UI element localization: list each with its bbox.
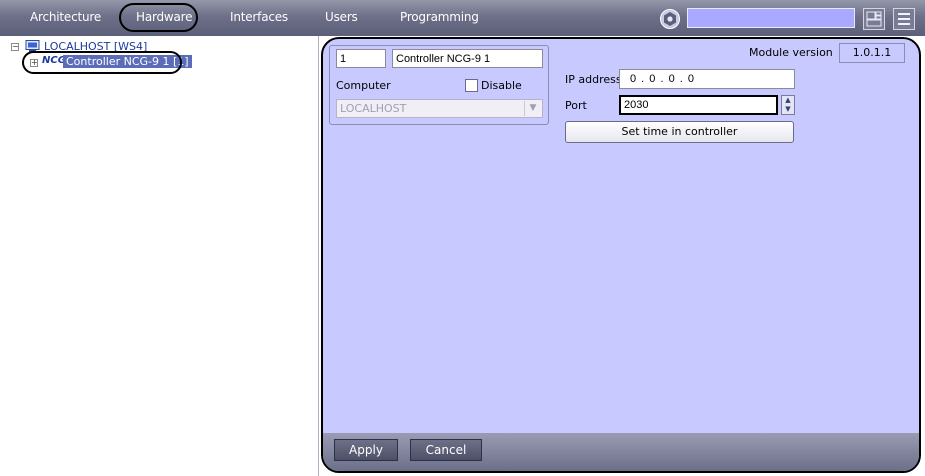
cancel-button[interactable]: Cancel	[410, 439, 482, 461]
gear-icon	[664, 12, 676, 26]
ip-address-field[interactable]	[619, 69, 795, 89]
hardware-tab-highlight	[119, 3, 198, 32]
object-group-box: Computer Disable LOCALHOST ▼	[329, 45, 549, 125]
controller-node-highlight	[22, 51, 182, 74]
tab-programming[interactable]: Programming	[400, 10, 479, 24]
spin-up-icon[interactable]: ▲	[782, 96, 794, 105]
port-label: Port	[565, 99, 587, 112]
grid-layout-icon	[866, 11, 882, 27]
computer-select[interactable]: LOCALHOST ▼	[336, 99, 543, 118]
computer-label: Computer	[336, 79, 391, 92]
tab-users[interactable]: Users	[325, 10, 358, 24]
menu-button[interactable]	[893, 8, 915, 30]
disable-label: Disable	[481, 79, 522, 92]
controller-settings-panel: Computer Disable LOCALHOST ▼ Module vers…	[321, 37, 921, 473]
settings-gear-button[interactable]	[660, 9, 680, 29]
apply-button[interactable]: Apply	[334, 439, 398, 461]
search-input[interactable]	[687, 8, 855, 28]
panel-footer: Apply Cancel	[323, 433, 919, 471]
spin-down-icon[interactable]: ▼	[782, 105, 794, 114]
module-version-value: 1.0.1.1	[839, 43, 905, 63]
chevron-down-icon: ▼	[524, 101, 541, 116]
ip-address-label: IP address	[565, 73, 622, 86]
hamburger-menu-icon	[898, 13, 910, 25]
module-version-label: Module version	[749, 46, 833, 59]
object-name-field[interactable]	[392, 49, 543, 68]
port-spinner[interactable]: ▲ ▼	[781, 95, 795, 115]
computer-select-value: LOCALHOST	[340, 102, 407, 115]
set-time-button[interactable]: Set time in controller	[565, 121, 794, 143]
disable-checkbox[interactable]	[465, 79, 478, 92]
layout-grid-button[interactable]	[863, 8, 885, 30]
port-field[interactable]	[619, 95, 778, 115]
tab-architecture[interactable]: Architecture	[30, 10, 101, 24]
top-navigation-bar: Architecture Hardware Interfaces Users P…	[0, 0, 925, 36]
pane-splitter[interactable]	[318, 36, 319, 476]
object-id-field[interactable]	[336, 49, 386, 68]
tab-interfaces[interactable]: Interfaces	[230, 10, 288, 24]
collapse-toggle[interactable]: −	[11, 43, 19, 51]
